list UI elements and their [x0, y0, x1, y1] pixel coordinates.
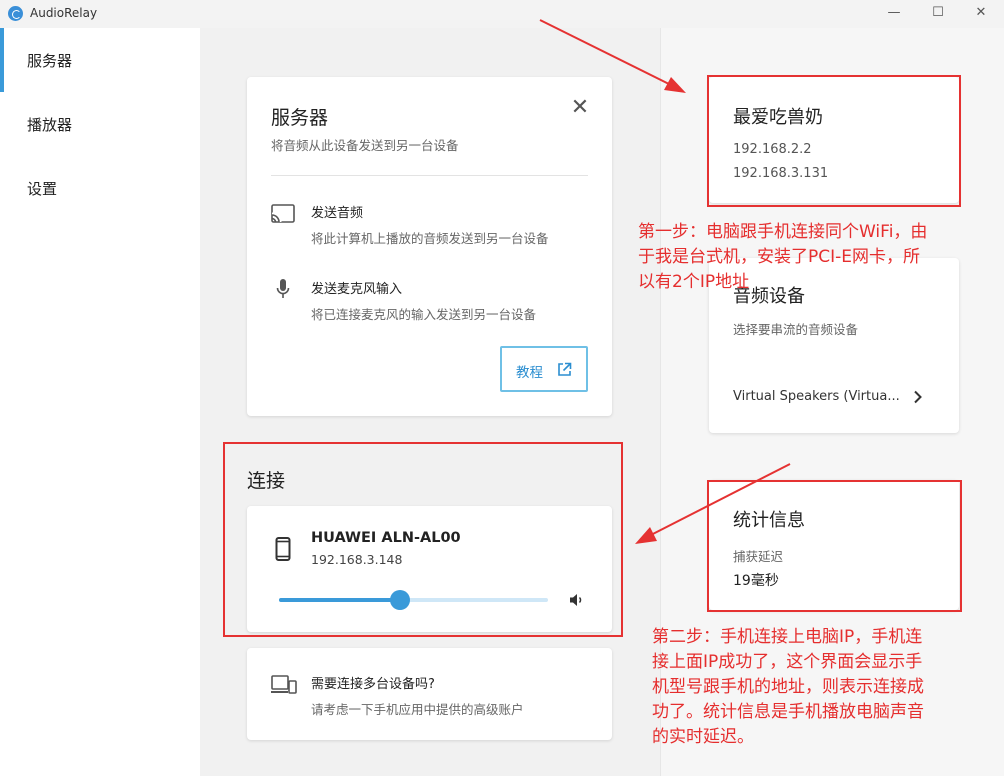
annotation-line: 第一步：电脑跟手机连接同个WiFi，由	[638, 222, 928, 242]
annotation-line: 以有2个IP地址	[638, 272, 750, 292]
arrowhead	[635, 527, 657, 544]
annotation-step2: 第二步：手机连接上电脑IP，手机连 接上面IP成功了，这个界面会显示手 机型号跟…	[652, 625, 924, 750]
annotation-line: 机型号跟手机的地址，则表示连接成	[652, 677, 924, 697]
annotation-step1: 第一步：电脑跟手机连接同个WiFi，由 于我是台式机，安装了PCI-E网卡，所 …	[638, 220, 927, 295]
annotation-line: 于我是台式机，安装了PCI-E网卡，所	[638, 247, 921, 267]
annotation-line: 接上面IP成功了，这个界面会显示手	[652, 652, 923, 672]
arrowhead	[664, 77, 686, 93]
annotation-line: 第二步：手机连接上电脑IP，手机连	[652, 627, 923, 647]
annotation-line: 功了。统计信息是手机播放电脑声音	[652, 702, 924, 722]
arrow-line	[539, 19, 678, 89]
annotation-line: 的实时延迟。	[652, 727, 754, 747]
arrow-line	[644, 463, 791, 539]
